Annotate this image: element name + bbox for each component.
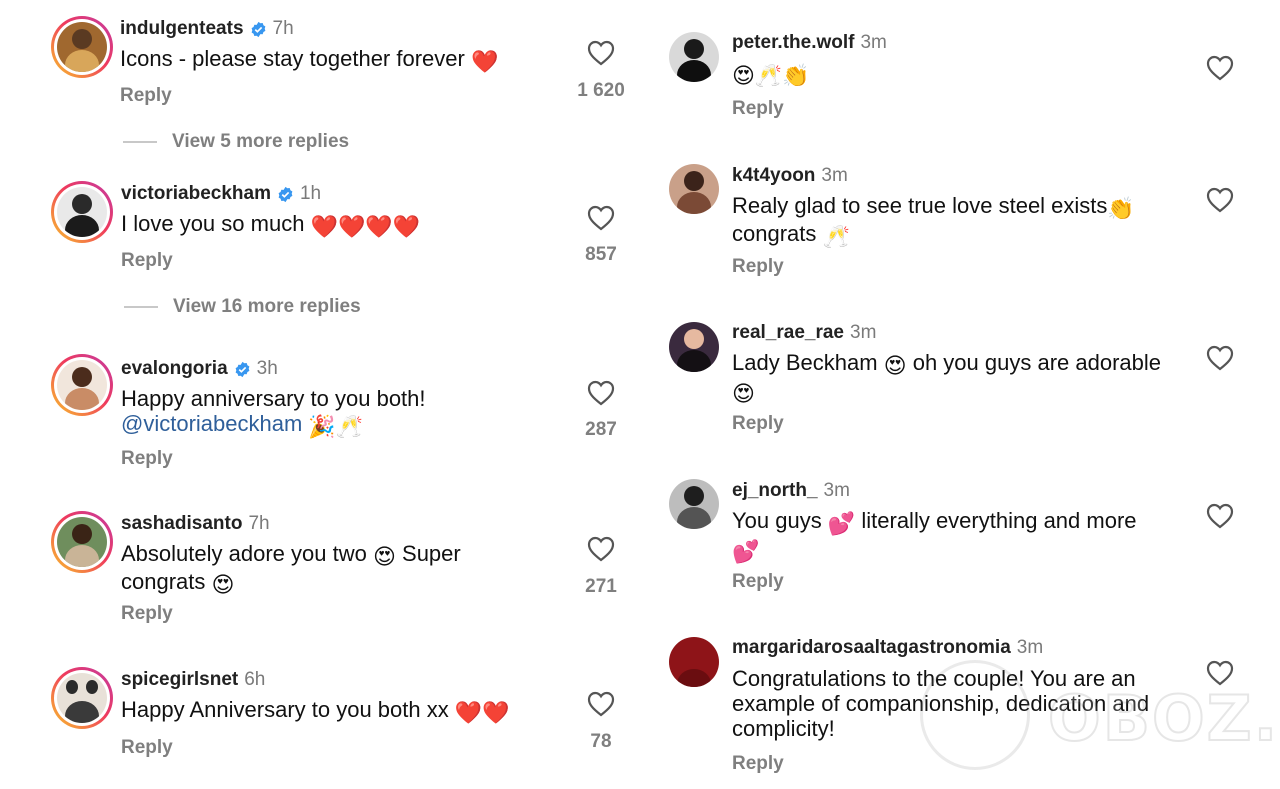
watermark-logo: OBOZ.UA	[920, 660, 1280, 780]
like-heart-icon[interactable]	[587, 205, 615, 231]
timestamp: 3m	[821, 165, 848, 186]
emoji: 👏	[1107, 196, 1135, 221]
avatar[interactable]	[51, 354, 113, 416]
emoji: 😍🥂👏	[732, 63, 810, 88]
reply-button[interactable]: Reply	[121, 603, 173, 625]
username[interactable]: evalongoria	[121, 358, 228, 380]
emoji: ❤️❤️❤️❤️	[310, 214, 421, 239]
comment-text: I love you so much ❤️❤️❤️❤️	[121, 211, 421, 239]
like-heart-icon[interactable]	[587, 380, 615, 406]
comment-text: You guys 💕 literally everything and more…	[732, 508, 1137, 564]
timestamp: 3m	[860, 32, 887, 53]
emoji: 💕	[732, 539, 760, 564]
watermark-circle-icon	[920, 660, 1030, 770]
comment-header: victoriabeckham 1h	[121, 183, 321, 205]
emoji: 😍	[883, 353, 907, 378]
like-count: 857	[585, 244, 617, 265]
verified-badge-icon	[251, 21, 265, 37]
comment-text: Realy glad to see true love steel exists…	[732, 193, 1135, 249]
comment-text: Happy Anniversary to you both xx ❤️❤️	[121, 697, 510, 725]
mention-link[interactable]: @victoriabeckham	[121, 411, 302, 436]
username[interactable]: ej_north_	[732, 480, 818, 502]
username[interactable]: k4t4yoon	[732, 165, 815, 187]
comment-header: ej_north_ 3m	[732, 480, 850, 502]
avatar[interactable]	[669, 479, 719, 529]
reply-button[interactable]: Reply	[121, 448, 173, 470]
username[interactable]: indulgenteats	[120, 18, 244, 40]
timestamp: 7h	[248, 513, 270, 534]
watermark-text: OBOZ.UA	[1047, 681, 1280, 756]
username[interactable]: sashadisanto	[121, 513, 242, 535]
like-count: 271	[585, 576, 617, 597]
comment-header: peter.the.wolf 3m	[732, 32, 887, 54]
comment-text: 😍🥂👏	[732, 60, 1172, 88]
comment-header: sashadisanto 7h	[121, 513, 270, 535]
timestamp: 3m	[1016, 637, 1044, 658]
reply-button[interactable]: Reply	[121, 737, 173, 759]
like-heart-icon[interactable]	[587, 691, 615, 717]
reply-button[interactable]: Reply	[732, 753, 784, 775]
comment-header: real_rae_rae 3m	[732, 322, 876, 344]
timestamp: 1h	[299, 183, 322, 204]
avatar[interactable]	[669, 322, 719, 372]
timestamp: 3m	[850, 322, 877, 343]
username[interactable]: margaridarosaaltagastronomia	[732, 637, 1011, 659]
emoji: 🥂	[822, 224, 850, 249]
divider	[124, 306, 158, 308]
comment-header: spicegirlsnet 6h	[121, 669, 265, 691]
avatar[interactable]	[669, 164, 719, 214]
verified-badge-icon	[235, 361, 250, 377]
like-heart-icon[interactable]	[1206, 503, 1234, 529]
comment-header: evalongoria 3h	[121, 358, 278, 380]
emoji: 🎉🥂	[308, 414, 364, 439]
comment-header: k4t4yoon 3m	[732, 165, 848, 187]
username[interactable]: victoriabeckham	[121, 183, 271, 205]
comment-header: indulgenteats 7h	[120, 18, 294, 40]
timestamp: 7h	[272, 18, 294, 39]
like-count: 78	[590, 731, 612, 752]
avatar[interactable]	[51, 511, 113, 573]
reply-button[interactable]: Reply	[732, 571, 784, 593]
view-more-replies-button[interactable]: View 5 more replies	[123, 131, 349, 153]
avatar[interactable]	[51, 667, 113, 729]
emoji: 😍	[372, 544, 396, 569]
like-heart-icon[interactable]	[587, 536, 615, 562]
emoji: 😍	[211, 572, 235, 597]
emoji: 😍	[732, 381, 755, 406]
username[interactable]: real_rae_rae	[732, 322, 844, 344]
avatar[interactable]	[669, 637, 719, 687]
reply-button[interactable]: Reply	[732, 256, 784, 278]
comment-text: Happy anniversary to you both! @victoria…	[121, 386, 426, 439]
timestamp: 3m	[823, 480, 850, 501]
comment-text: Icons - please stay together forever ❤️	[120, 46, 499, 74]
reply-button[interactable]: Reply	[732, 98, 784, 120]
emoji: ❤️❤️	[454, 700, 510, 725]
like-heart-icon[interactable]	[1206, 55, 1234, 81]
avatar[interactable]	[669, 32, 719, 82]
username[interactable]: peter.the.wolf	[732, 32, 854, 54]
like-count: 287	[585, 419, 617, 440]
like-count: 1 620	[577, 80, 625, 101]
reply-button[interactable]: Reply	[121, 250, 173, 272]
timestamp: 6h	[244, 669, 266, 690]
emoji: ❤️	[470, 49, 499, 74]
view-more-replies-button[interactable]: View 16 more replies	[124, 296, 361, 318]
username[interactable]: spicegirlsnet	[121, 669, 238, 691]
reply-button[interactable]: Reply	[120, 85, 172, 107]
comment-text: Absolutely adore you two 😍 Super congrat…	[121, 541, 461, 597]
comment-text: Lady Beckham 😍 oh you guys are adorable …	[732, 350, 1162, 406]
verified-badge-icon	[278, 186, 293, 202]
like-heart-icon[interactable]	[1206, 187, 1234, 213]
comment-header: margaridarosaaltagastronomia 3m	[732, 637, 1043, 659]
divider	[123, 141, 157, 143]
avatar[interactable]	[51, 181, 113, 243]
like-heart-icon[interactable]	[1206, 345, 1234, 371]
emoji: 💕	[827, 511, 856, 536]
like-heart-icon[interactable]	[587, 40, 615, 66]
reply-button[interactable]: Reply	[732, 413, 784, 435]
avatar[interactable]	[51, 16, 113, 78]
timestamp: 3h	[256, 358, 278, 379]
